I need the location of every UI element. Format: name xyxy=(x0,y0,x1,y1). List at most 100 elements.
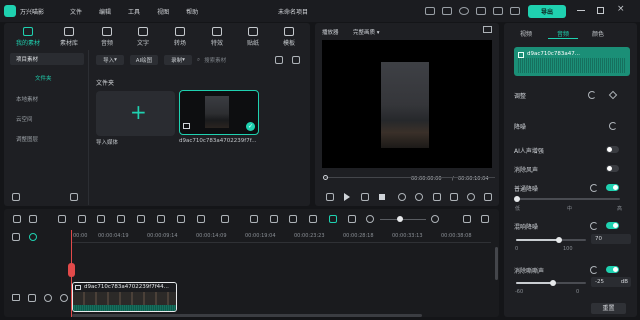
tab-audio-inspector[interactable]: 音频 xyxy=(557,29,569,38)
reset-denoise-icon[interactable] xyxy=(609,122,617,130)
ripple-icon[interactable] xyxy=(270,215,278,223)
tab-my-media[interactable]: 我的素材 xyxy=(13,27,43,47)
track-lock-icon[interactable] xyxy=(28,294,36,302)
normal-denoise-knob[interactable] xyxy=(514,196,520,202)
mark-out-icon[interactable] xyxy=(415,193,423,201)
tab-audio[interactable]: 音频 xyxy=(92,27,122,47)
marker-icon[interactable] xyxy=(348,215,356,223)
menu-help[interactable]: 帮助 xyxy=(186,7,198,16)
sidebar-project-media[interactable]: 项目素材 xyxy=(10,53,84,65)
more-tools-icon[interactable] xyxy=(221,215,229,223)
cloud-icon[interactable] xyxy=(459,7,469,15)
quality-select[interactable]: 完整画质 ▾ xyxy=(353,28,380,36)
timeline-clip[interactable]: d9ac710c783a4702239f7f44... xyxy=(72,282,177,312)
speed-icon[interactable] xyxy=(177,215,185,223)
settings-icon[interactable] xyxy=(481,215,489,223)
import-media-card[interactable]: + xyxy=(96,91,175,136)
undo-icon[interactable] xyxy=(58,215,66,223)
close-icon[interactable]: × xyxy=(617,4,625,14)
download-icon[interactable] xyxy=(510,7,520,15)
grid-view-icon[interactable] xyxy=(463,215,471,223)
fullscreen-icon[interactable] xyxy=(484,193,492,201)
hiss-knob[interactable] xyxy=(550,280,556,286)
hum-knob[interactable] xyxy=(556,237,562,243)
hiss-denoise-toggle[interactable] xyxy=(606,266,619,273)
new-folder-icon[interactable] xyxy=(12,193,20,201)
playhead-handle[interactable] xyxy=(68,263,75,277)
tab-templates[interactable]: 模板 xyxy=(274,27,304,47)
tab-text[interactable]: 文字 xyxy=(128,27,158,47)
redo-icon[interactable] xyxy=(78,215,86,223)
zoom-out-icon[interactable] xyxy=(366,215,374,223)
tab-stickers[interactable]: 贴纸 xyxy=(238,27,268,47)
mark-in-icon[interactable] xyxy=(398,193,406,201)
sidebar-item-folder[interactable]: 文件夹 xyxy=(35,74,52,82)
microphone-icon[interactable] xyxy=(289,215,297,223)
tab-effects[interactable]: 特效 xyxy=(202,27,232,47)
zoom-in-icon[interactable] xyxy=(431,215,439,223)
monitor-out-icon[interactable] xyxy=(433,193,441,201)
more-icon[interactable] xyxy=(292,56,300,64)
filter-icon[interactable] xyxy=(275,56,283,64)
zoom-slider[interactable] xyxy=(380,219,426,220)
shield-icon[interactable] xyxy=(250,215,258,223)
color-match-icon[interactable] xyxy=(197,215,205,223)
grid-icon[interactable] xyxy=(476,7,486,15)
record-button[interactable]: 录制 ▾ xyxy=(164,55,192,65)
mail-icon[interactable] xyxy=(493,7,503,15)
import-button[interactable]: 导入 ▾ xyxy=(96,55,124,65)
crop-icon[interactable] xyxy=(137,215,145,223)
normal-denoise-slider[interactable] xyxy=(516,198,620,200)
link-icon[interactable] xyxy=(29,233,37,241)
audio-clip-card[interactable]: d9ac710c783a47... xyxy=(514,47,630,76)
tab-library[interactable]: 素材库 xyxy=(54,27,84,47)
reset-button[interactable]: 重置 xyxy=(591,303,626,314)
media-clip-card[interactable]: ✓ xyxy=(179,90,259,135)
track-visibility-icon[interactable] xyxy=(60,294,68,302)
search-input[interactable]: ⌕ 搜索素材 xyxy=(197,55,266,65)
cut-icon[interactable] xyxy=(117,215,125,223)
track-volume-icon[interactable] xyxy=(44,294,52,302)
stop-icon[interactable] xyxy=(379,194,385,200)
add-track-icon[interactable] xyxy=(12,233,20,241)
reset-hiss-icon[interactable] xyxy=(590,266,598,274)
player-tab[interactable]: 播放器 xyxy=(322,28,339,36)
reset-adjust-icon[interactable] xyxy=(588,91,596,99)
layout-icon[interactable] xyxy=(13,215,21,223)
ai-voice-toggle[interactable] xyxy=(606,146,619,153)
tab-transition[interactable]: 转场 xyxy=(165,27,195,47)
maximize-icon[interactable] xyxy=(597,7,604,14)
minimize-icon[interactable] xyxy=(577,10,585,11)
sidebar-item-adjust-layer[interactable]: 调整图层 xyxy=(10,133,84,145)
select-tool-icon[interactable] xyxy=(29,215,37,223)
reset-hum-icon[interactable] xyxy=(590,222,598,230)
tab-video[interactable]: 视频 xyxy=(520,29,532,38)
menu-file[interactable]: 文件 xyxy=(70,7,82,16)
delete-icon[interactable] xyxy=(97,215,105,223)
sidebar-item-local[interactable]: 本地素材 xyxy=(10,93,84,105)
snapshot-icon[interactable] xyxy=(483,26,492,33)
camera-icon[interactable] xyxy=(450,193,458,201)
remove-wind-toggle[interactable] xyxy=(606,165,619,172)
play-icon[interactable] xyxy=(344,193,350,201)
reset-normal-denoise-icon[interactable] xyxy=(590,184,598,192)
ai-draw-button[interactable]: AI绘图 xyxy=(130,55,158,65)
step-back-icon[interactable] xyxy=(326,193,334,201)
normal-denoise-toggle[interactable] xyxy=(606,184,619,191)
hum-value-input[interactable]: 70 xyxy=(591,234,631,244)
list-icon[interactable] xyxy=(309,215,317,223)
tab-color[interactable]: 颜色 xyxy=(592,29,604,38)
scrubber-knob[interactable] xyxy=(323,175,328,180)
zoom-knob[interactable] xyxy=(397,216,403,222)
hum-denoise-toggle[interactable] xyxy=(606,222,619,229)
hiss-value-input[interactable]: -25 dB xyxy=(591,277,631,287)
timeline-vscroll[interactable] xyxy=(495,247,498,280)
image-icon[interactable] xyxy=(442,7,452,15)
step-forward-icon[interactable] xyxy=(361,193,369,201)
export-button[interactable]: 导出 xyxy=(528,5,566,18)
playback-scrubber[interactable] xyxy=(325,177,495,178)
sidebar-item-cloud[interactable]: 云空间 xyxy=(10,113,84,125)
sun-icon[interactable] xyxy=(329,215,337,223)
video-preview[interactable] xyxy=(322,40,492,168)
menu-tools[interactable]: 工具 xyxy=(128,7,140,16)
